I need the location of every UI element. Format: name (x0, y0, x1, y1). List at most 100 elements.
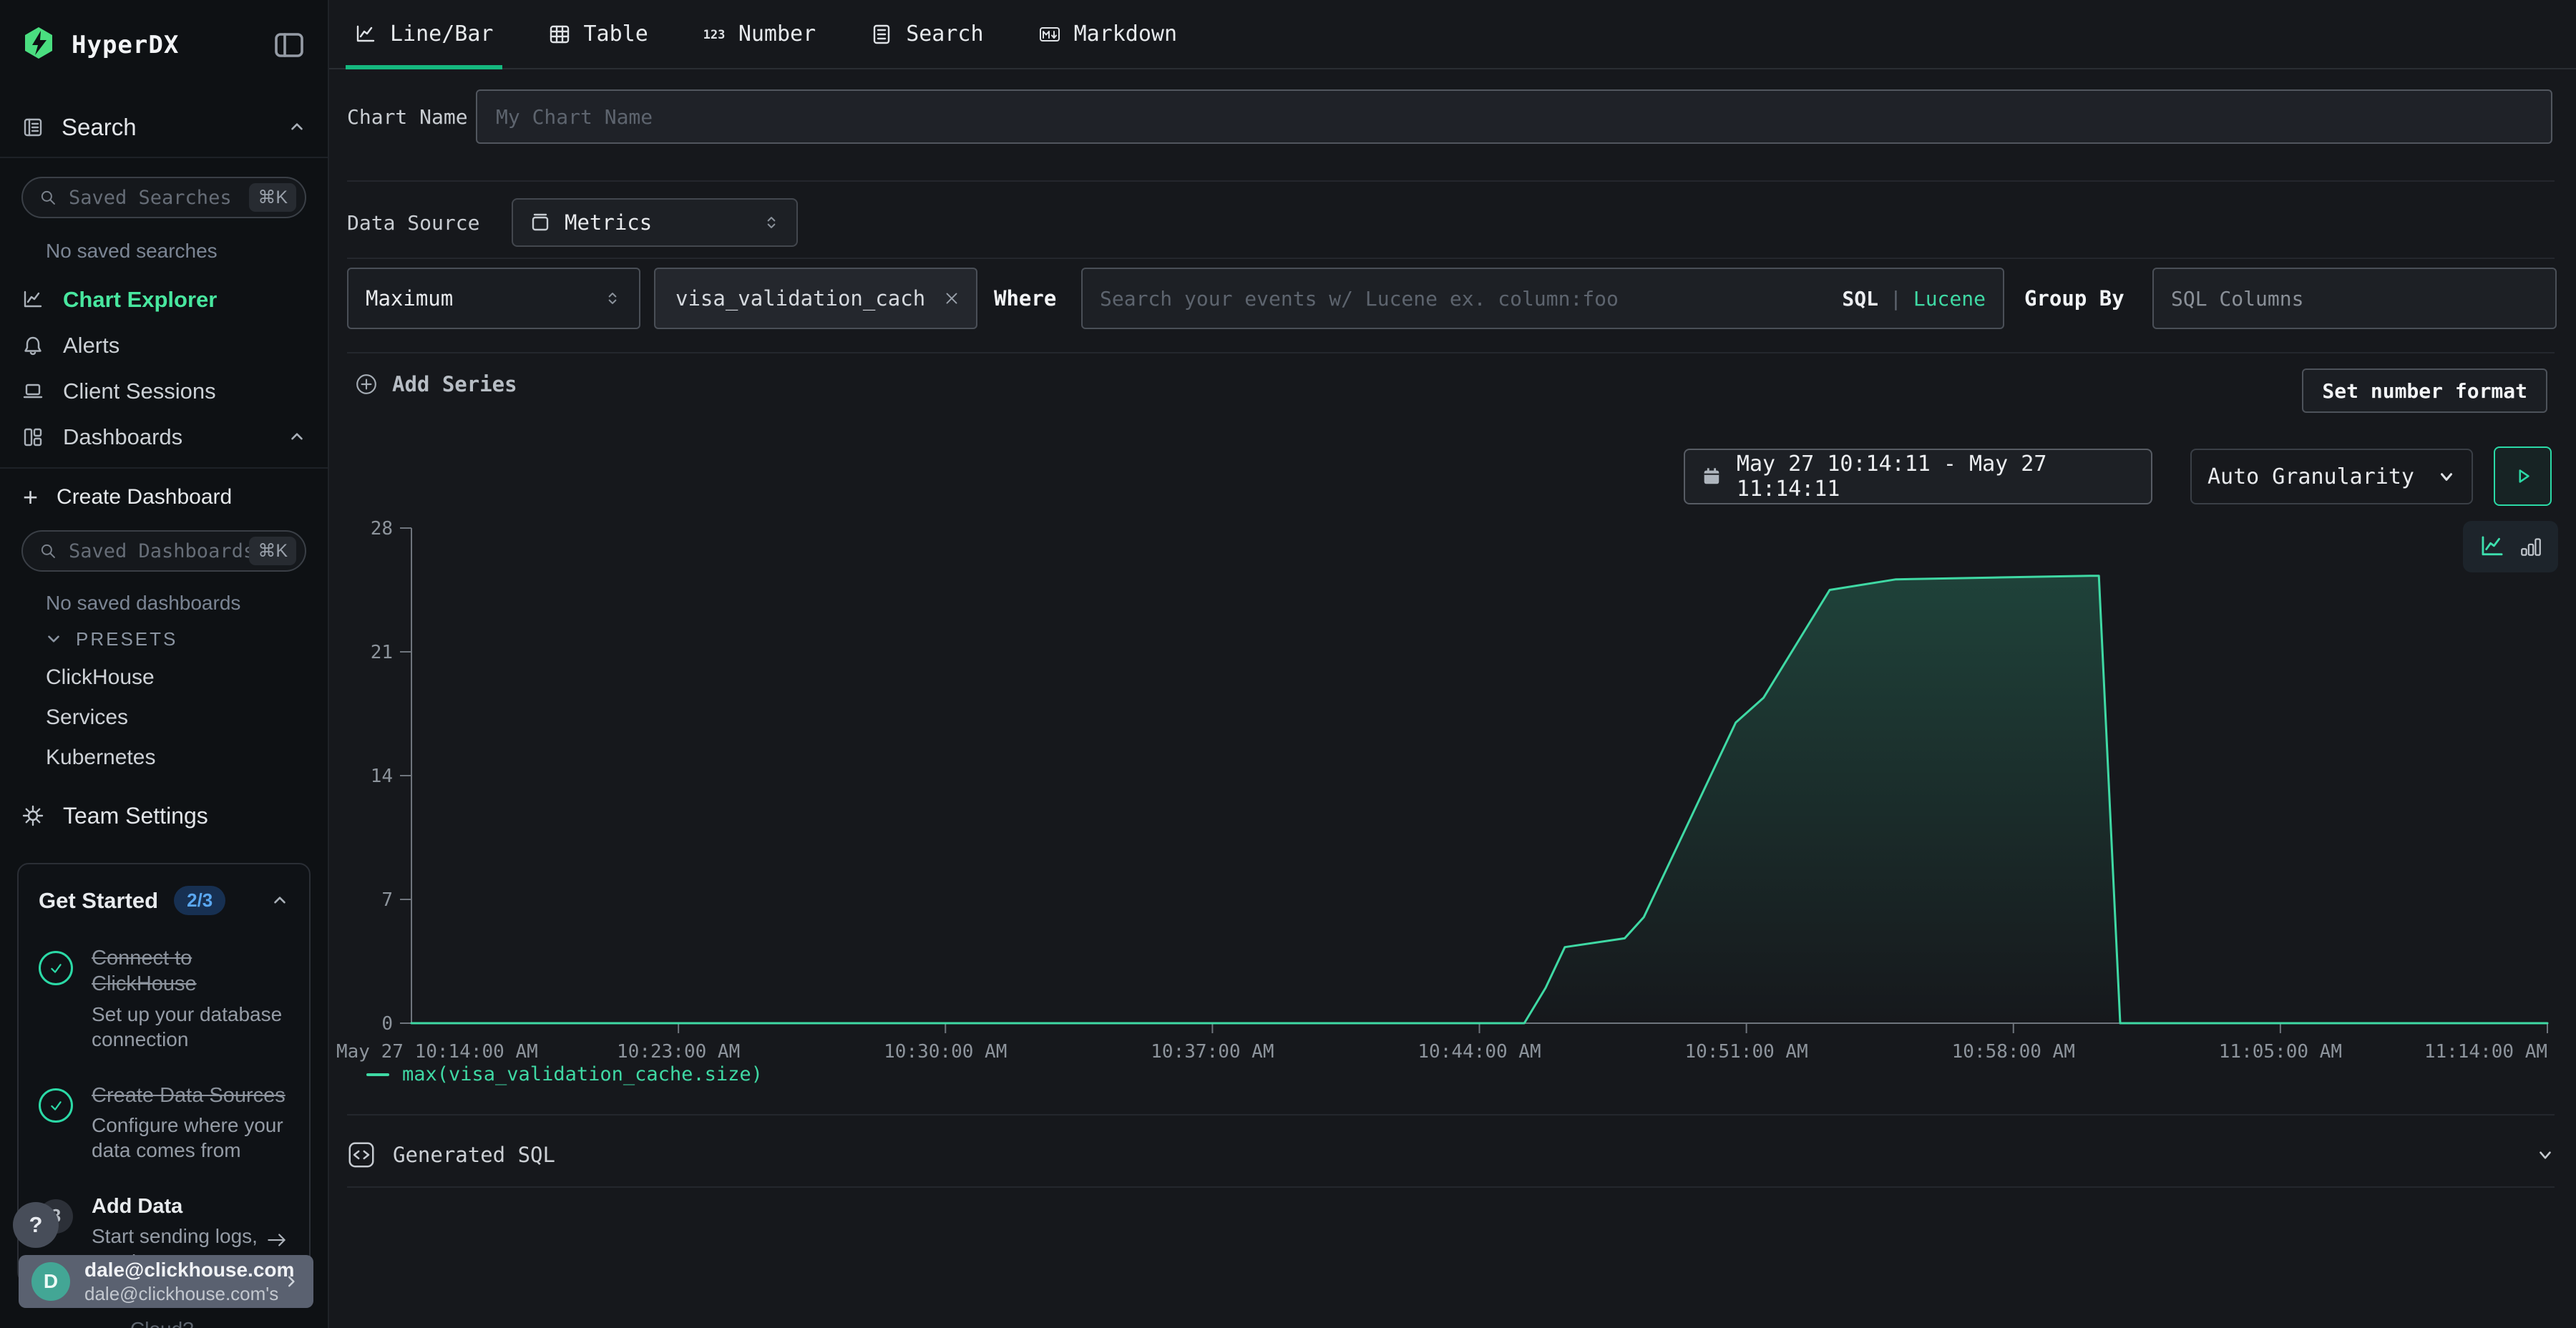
set-number-format-button[interactable]: Set number format (2302, 368, 2547, 413)
sidebar-item-client-sessions[interactable]: Client Sessions (0, 368, 328, 414)
where-search-box: SQL | Lucene (1081, 268, 2004, 329)
data-source-row: Data Source Metrics (347, 187, 2552, 258)
divider (347, 1186, 2555, 1188)
svg-text:10:23:00 AM: 10:23:00 AM (617, 1041, 740, 1063)
group-by-input[interactable] (2171, 287, 2538, 311)
tab-line-bar[interactable]: Line/Bar (346, 0, 502, 68)
avatar: D (31, 1262, 70, 1301)
step-description: Set up your database connection (92, 1002, 289, 1053)
remove-metric-icon[interactable] (942, 288, 962, 308)
chevron-up-icon (288, 118, 306, 137)
tab-table[interactable]: Table (540, 0, 657, 68)
sidebar-divider (0, 157, 328, 158)
tab-number[interactable]: 123 Number (694, 0, 824, 68)
divider (347, 1114, 2555, 1115)
get-started-card: Get Started 2/3 Connect to ClickHouse Se… (17, 863, 311, 1284)
where-search-input[interactable] (1100, 287, 1842, 311)
sidebar-item-alerts[interactable]: Alerts (0, 323, 328, 368)
chevron-up-icon (288, 428, 306, 446)
get-started-item-connect[interactable]: Connect to ClickHouse Set up your databa… (39, 945, 289, 1053)
svg-text:10:58:00 AM: 10:58:00 AM (1952, 1041, 2075, 1063)
chart-name-input[interactable] (496, 105, 2532, 129)
sql-toggle[interactable]: SQL (1842, 287, 1878, 311)
hyperdx-logo-icon (21, 26, 56, 64)
metric-chip-label: visa_validation_cach (675, 286, 925, 311)
svg-text:123: 123 (703, 28, 725, 42)
data-source-select[interactable]: Metrics (512, 198, 798, 247)
nav-label: Alerts (63, 333, 119, 358)
nav-label: Chart Explorer (63, 287, 217, 313)
no-saved-dashboards-text: No saved dashboards (46, 592, 328, 615)
collapse-sidebar-button[interactable] (272, 28, 306, 62)
time-series-chart[interactable]: 07142128May 27 10:14:00 AM10:23:00 AM10:… (329, 501, 2576, 1073)
aggregation-select[interactable]: Maximum (347, 268, 640, 329)
keyboard-shortcut-badge: ⌘K (249, 537, 296, 565)
run-query-button[interactable] (2494, 446, 2552, 506)
chevron-down-icon (44, 630, 63, 648)
group-by-box (2152, 268, 2557, 329)
svg-text:10:30:00 AM: 10:30:00 AM (884, 1041, 1007, 1063)
svg-text:10:51:00 AM: 10:51:00 AM (1685, 1041, 1808, 1063)
get-started-header[interactable]: Get Started 2/3 (39, 886, 289, 915)
team-settings-button[interactable]: Team Settings (0, 798, 328, 834)
date-range-picker[interactable]: May 27 10:14:11 - May 27 11:14:11 (1684, 449, 2152, 504)
chart-name-label: Chart Name (347, 105, 476, 129)
data-source-value: Metrics (565, 210, 652, 235)
saved-dashboards-search[interactable]: ⌘K (21, 530, 306, 572)
search-section-label: Search (62, 114, 137, 141)
help-button[interactable]: ? (13, 1202, 59, 1248)
get-started-item-data-sources[interactable]: Create Data Sources Configure where your… (39, 1083, 289, 1163)
granularity-select[interactable]: Auto Granularity (2190, 449, 2473, 504)
gear-icon (21, 804, 44, 827)
preset-kubernetes[interactable]: Kubernetes (46, 743, 328, 772)
divider (347, 180, 2555, 182)
query-language-toggle: SQL | Lucene (1842, 287, 1986, 311)
preset-clickhouse[interactable]: ClickHouse (46, 663, 328, 692)
app-root: HyperDX Search ⌘K No saved searches Char… (0, 0, 2576, 1328)
preset-services[interactable]: Services (46, 703, 328, 732)
sidebar-item-chart-explorer[interactable]: Chart Explorer (0, 277, 328, 323)
presets-toggle[interactable]: PRESETS (44, 626, 328, 652)
keyboard-shortcut-badge: ⌘K (249, 183, 296, 212)
sidebar-divider (0, 467, 328, 469)
search-icon (39, 188, 57, 207)
legend-series-label: max(visa_validation_cache.size) (402, 1063, 763, 1085)
divider (347, 258, 2555, 259)
metric-chip[interactable]: visa_validation_cach (654, 268, 977, 329)
clipped-team-text: Cloud? (130, 1318, 194, 1328)
play-icon (2511, 464, 2535, 489)
svg-text:10:44:00 AM: 10:44:00 AM (1418, 1041, 1541, 1063)
saved-dashboards-input[interactable] (69, 540, 249, 562)
user-menu[interactable]: D dale@clickhouse.com dale@clickhouse.co… (19, 1255, 313, 1308)
chart-legend[interactable]: max(visa_validation_cache.size) (366, 1063, 763, 1085)
sidebar-item-dashboards[interactable]: Dashboards (0, 414, 328, 460)
app-title: HyperDX (72, 31, 179, 59)
granularity-value: Auto Granularity (2207, 464, 2414, 489)
table-icon (548, 23, 571, 46)
get-started-title: Get Started (39, 888, 158, 914)
search-section-header[interactable]: Search (21, 114, 306, 141)
add-series-button[interactable]: Add Series (355, 372, 517, 396)
code-icon (347, 1141, 376, 1169)
generated-sql-expander[interactable]: Generated SQL (347, 1123, 2555, 1186)
legend-line-swatch (366, 1073, 389, 1076)
tab-search[interactable]: Search (862, 0, 992, 68)
saved-searches-input[interactable] (69, 187, 249, 209)
create-dashboard-label: Create Dashboard (57, 485, 232, 509)
plus-circle-icon (355, 373, 378, 396)
user-email: dale@clickhouse.com (84, 1259, 283, 1281)
group-by-label-wrap: Group By (2024, 268, 2124, 329)
lucene-toggle[interactable]: Lucene (1913, 287, 1986, 311)
saved-searches-search[interactable]: ⌘K (21, 177, 306, 218)
tab-markdown[interactable]: Markdown (1030, 0, 1186, 68)
create-dashboard-button[interactable]: + Create Dashboard (0, 480, 328, 514)
nav-label: Client Sessions (63, 379, 216, 404)
user-subtitle: dale@clickhouse.com's (84, 1283, 283, 1305)
aggregation-value: Maximum (366, 286, 453, 311)
check-circle-icon (39, 1088, 73, 1123)
svg-text:11:05:00 AM: 11:05:00 AM (2219, 1041, 2342, 1063)
date-range-value: May 27 10:14:11 - May 27 11:14:11 (1737, 451, 2135, 502)
markdown-icon (1038, 23, 1061, 46)
check-circle-icon (39, 951, 73, 985)
presets-label: PRESETS (76, 628, 177, 650)
